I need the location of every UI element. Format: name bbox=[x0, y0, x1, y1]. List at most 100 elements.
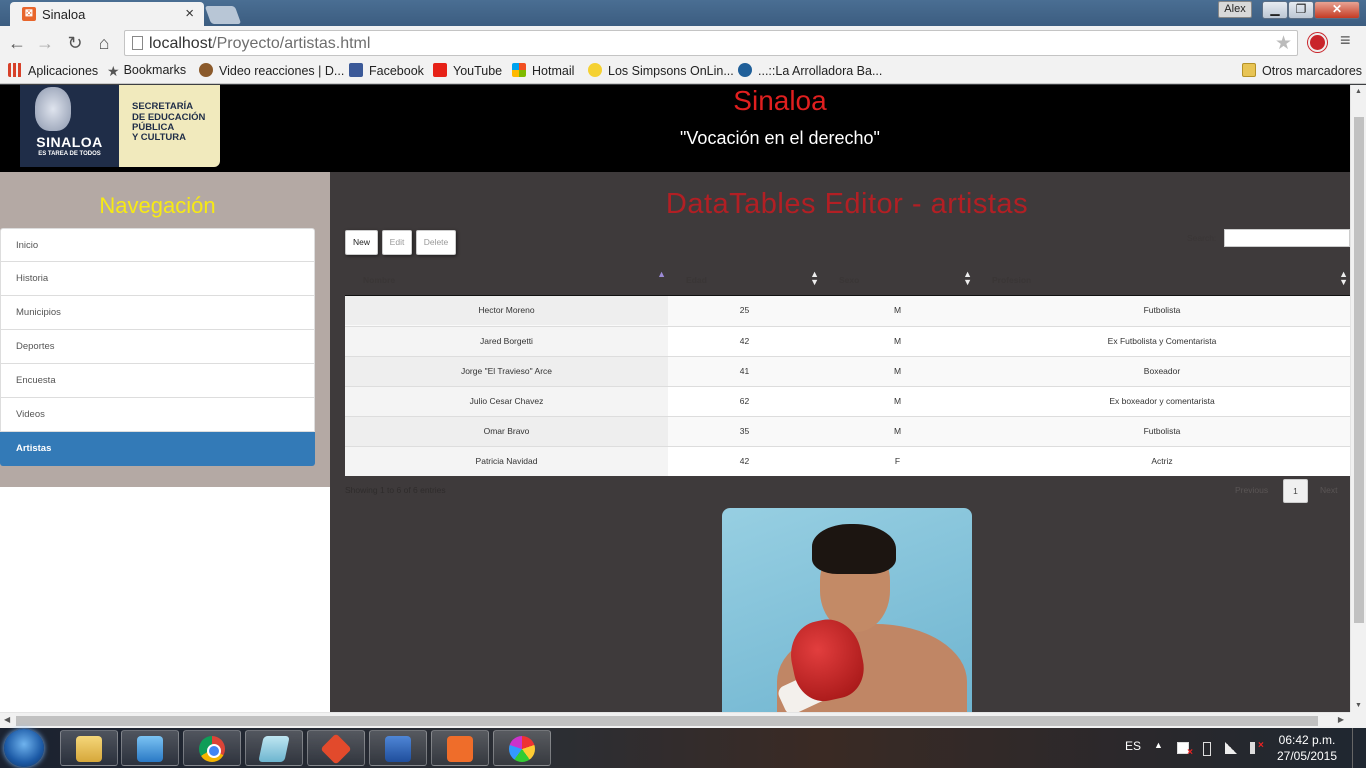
language-indicator[interactable]: ES bbox=[1125, 739, 1141, 753]
bookmark-star-icon[interactable]: ★ bbox=[1275, 32, 1292, 55]
sidebar: Navegación Inicio Historia Municipios De… bbox=[0, 172, 330, 712]
bookmark-aplicaciones[interactable]: Aplicaciones bbox=[8, 63, 98, 78]
url-text[interactable]: localhost/Proyecto/artistas.html bbox=[149, 35, 370, 53]
show-hidden-icons-icon[interactable]: ▲ bbox=[1154, 740, 1163, 750]
youtube-icon bbox=[433, 63, 447, 77]
menu-hamburger-icon[interactable]: ≡ bbox=[1340, 30, 1351, 51]
table-row[interactable]: Jorge "El Travieso" Arce 41 M Boxeador bbox=[345, 356, 1350, 386]
start-button[interactable] bbox=[4, 729, 44, 767]
cell-profesion: Ex boxeador y comentarista bbox=[1109, 396, 1215, 406]
cell-nombre: Jorge "El Travieso" Arce bbox=[345, 357, 668, 386]
clock-date[interactable]: 27/05/2015 bbox=[1272, 749, 1342, 763]
profile-button[interactable]: Alex bbox=[1218, 1, 1252, 18]
browser-tab-active[interactable]: ⊠ Sinaloa × bbox=[10, 2, 204, 26]
back-arrow-icon[interactable]: ← bbox=[6, 32, 28, 54]
other-bookmarks[interactable]: Otros marcadores bbox=[1242, 63, 1362, 78]
cell-nombre: Patricia Navidad bbox=[345, 447, 668, 476]
reload-icon[interactable]: ↻ bbox=[64, 32, 86, 54]
sidebar-item-encuesta[interactable]: Encuesta bbox=[0, 364, 315, 398]
forward-arrow-icon[interactable]: → bbox=[34, 32, 56, 54]
artist-photo bbox=[722, 508, 972, 712]
column-header-profesion[interactable]: Profesion ▲ ▼ bbox=[974, 264, 1350, 296]
vertical-scrollbar[interactable]: ▲ ▼ bbox=[1350, 85, 1366, 712]
extension-power-icon[interactable] bbox=[1308, 33, 1327, 52]
delete-button[interactable]: Delete bbox=[416, 230, 456, 255]
cell-sexo: M bbox=[893, 366, 902, 376]
bookmark-label: Hotmail bbox=[532, 64, 575, 78]
scroll-down-icon[interactable]: ▼ bbox=[1355, 702, 1362, 709]
sidebar-item-videos[interactable]: Videos bbox=[0, 398, 315, 432]
taskbar-explorer[interactable] bbox=[60, 730, 118, 766]
taskbar-xampp[interactable] bbox=[431, 730, 489, 766]
tab-close-icon[interactable]: × bbox=[185, 5, 194, 22]
bookmark-arrolladora[interactable]: ...::La Arrolladora Ba... bbox=[738, 63, 882, 78]
column-header-nombre[interactable]: Nombre ▲ bbox=[345, 264, 668, 296]
taskbar: ES ▲ 06:42 p.m. 27/05/2015 bbox=[0, 728, 1366, 768]
vertical-scroll-thumb[interactable] bbox=[1354, 117, 1364, 623]
xampp-favicon-icon: ⊠ bbox=[22, 7, 36, 21]
cell-edad: 25 bbox=[739, 305, 750, 315]
scroll-right-icon[interactable]: ▶ bbox=[1338, 715, 1344, 724]
scroll-left-icon[interactable]: ◀ bbox=[4, 715, 10, 724]
bookmark-facebook[interactable]: Facebook bbox=[349, 63, 424, 78]
bookmark-bookmarks[interactable]: ★ Bookmarks bbox=[107, 63, 186, 79]
pagination-page-1[interactable]: 1 bbox=[1283, 479, 1308, 503]
bookmark-label: Facebook bbox=[369, 64, 424, 78]
new-button[interactable]: New bbox=[345, 230, 378, 255]
scroll-up-icon[interactable]: ▲ bbox=[1355, 88, 1362, 95]
table-row[interactable]: Julio Cesar Chavez 62 M Ex boxeador y co… bbox=[345, 386, 1350, 416]
column-header-sexo[interactable]: Sexo ▲ ▼ bbox=[821, 264, 974, 296]
taskbar-notes[interactable] bbox=[245, 730, 303, 766]
close-window-button[interactable]: ✕ bbox=[1314, 1, 1360, 19]
action-center-icon[interactable] bbox=[1177, 742, 1193, 758]
show-desktop-button[interactable] bbox=[1352, 728, 1366, 768]
table-row[interactable]: Jared Borgetti 42 M Ex Futbolista y Come… bbox=[345, 326, 1350, 356]
pagination-next[interactable]: Next bbox=[1320, 485, 1337, 495]
table-row[interactable]: Omar Bravo 35 M Futbolista bbox=[345, 416, 1350, 446]
column-header-edad[interactable]: Edad ▲ ▼ bbox=[668, 264, 821, 296]
bookmark-label: YouTube bbox=[453, 64, 503, 78]
sidebar-item-deportes[interactable]: Deportes bbox=[0, 330, 315, 364]
bookmark-simpsons[interactable]: Los Simpsons OnLin... bbox=[588, 63, 734, 78]
bookmark-label: ...::La Arrolladora Ba... bbox=[758, 64, 883, 78]
site-title: Sinaloa bbox=[733, 85, 827, 116]
table-info: Showing 1 to 6 of 6 entries bbox=[345, 485, 446, 495]
taskbar-chrome[interactable] bbox=[183, 730, 241, 766]
table-row[interactable]: Hector Moreno 25 M Futbolista bbox=[345, 296, 1350, 326]
maximize-button[interactable]: ❐ bbox=[1288, 1, 1314, 19]
battery-icon[interactable] bbox=[1203, 742, 1211, 756]
table-row[interactable]: Patricia Navidad 42 F Actriz bbox=[345, 446, 1350, 476]
horizontal-scroll-thumb[interactable] bbox=[16, 716, 1318, 726]
bookmark-hotmail[interactable]: Hotmail bbox=[512, 63, 574, 78]
sidebar-item-artistas[interactable]: Artistas bbox=[0, 432, 315, 466]
search-input[interactable] bbox=[1224, 229, 1350, 247]
sort-asc-icon: ▲ bbox=[657, 269, 666, 279]
volume-muted-icon[interactable] bbox=[1250, 740, 1264, 754]
new-tab-button[interactable] bbox=[204, 6, 242, 24]
cell-edad: 41 bbox=[739, 366, 750, 376]
network-signal-icon[interactable] bbox=[1225, 742, 1237, 754]
cell-profesion: Boxeador bbox=[1143, 366, 1181, 376]
address-bar[interactable]: localhost/Proyecto/artistas.html ★ bbox=[124, 30, 1298, 56]
taskbar-git[interactable] bbox=[307, 730, 365, 766]
pagination-previous[interactable]: Previous bbox=[1235, 485, 1268, 495]
table-body: Hector Moreno 25 M Futbolista Jared Borg… bbox=[345, 296, 1350, 476]
sidebar-item-inicio[interactable]: Inicio bbox=[0, 228, 315, 262]
nav-list: Inicio Historia Municipios Deportes Encu… bbox=[0, 228, 315, 466]
taskbar-word[interactable] bbox=[369, 730, 427, 766]
minimize-button[interactable]: ▁ bbox=[1262, 1, 1288, 19]
sidebar-item-historia[interactable]: Historia bbox=[0, 262, 315, 296]
taskbar-paint[interactable] bbox=[493, 730, 551, 766]
cell-nombre: Julio Cesar Chavez bbox=[345, 387, 668, 416]
sidebar-item-municipios[interactable]: Municipios bbox=[0, 296, 315, 330]
bookmark-video-reacciones[interactable]: Video reacciones | D... bbox=[199, 63, 344, 78]
cell-sexo: M bbox=[893, 426, 902, 436]
sepyc-logo-panel: SECRETARÍA DE EDUCACIÓN PÚBLICA Y CULTUR… bbox=[119, 85, 220, 167]
horizontal-scrollbar[interactable]: ◀ ▶ bbox=[0, 712, 1350, 728]
taskbar-media[interactable] bbox=[121, 730, 179, 766]
clock-time[interactable]: 06:42 p.m. bbox=[1272, 733, 1342, 747]
bookmark-youtube[interactable]: YouTube bbox=[433, 63, 502, 78]
windows-logo-icon bbox=[512, 63, 526, 77]
home-icon[interactable]: ⌂ bbox=[93, 32, 115, 54]
edit-button[interactable]: Edit bbox=[382, 230, 412, 255]
